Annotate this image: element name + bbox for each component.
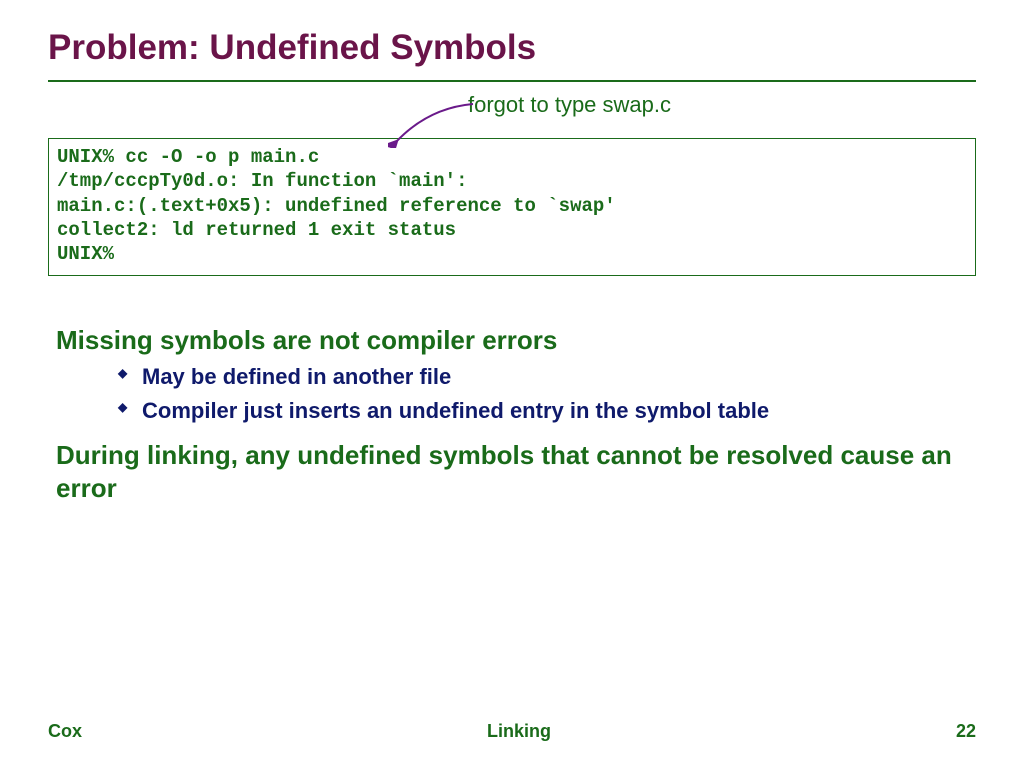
title-rule: [48, 80, 976, 82]
annotation-text: forgot to type swap.c: [468, 92, 671, 118]
footer-right: 22: [956, 721, 976, 742]
paragraph: During linking, any undefined symbols th…: [56, 439, 976, 504]
body-content: Missing symbols are not compiler errors …: [48, 324, 976, 505]
footer-center: Linking: [487, 721, 551, 742]
footer-left: Cox: [48, 721, 82, 742]
annotation-region: forgot to type swap.c: [48, 92, 976, 132]
bullet-list: May be defined in another file Compiler …: [118, 362, 976, 425]
slide: Problem: Undefined Symbols forgot to typ…: [0, 0, 1024, 768]
code-box: UNIX% cc -O -o p main.c /tmp/cccpTy0d.o:…: [48, 138, 976, 276]
code-line: UNIX% cc -O -o p main.c: [57, 146, 319, 168]
slide-title: Problem: Undefined Symbols: [48, 28, 976, 68]
code-line: collect2: ld returned 1 exit status: [57, 219, 456, 241]
list-item: Compiler just inserts an undefined entry…: [118, 396, 976, 426]
list-item: May be defined in another file: [118, 362, 976, 392]
code-line: UNIX%: [57, 243, 114, 265]
code-line: main.c:(.text+0x5): undefined reference …: [57, 195, 616, 217]
paragraph: Missing symbols are not compiler errors: [56, 324, 976, 357]
code-line: /tmp/cccpTy0d.o: In function `main':: [57, 170, 467, 192]
footer: Cox Linking 22: [48, 721, 976, 742]
